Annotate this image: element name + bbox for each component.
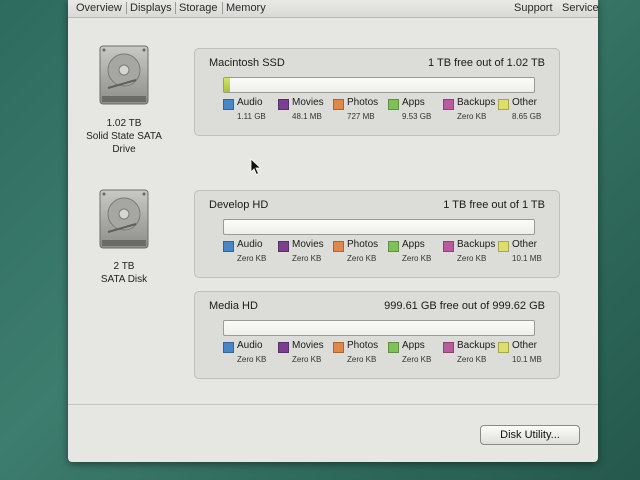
legend-size: Zero KB bbox=[237, 355, 267, 364]
storage-usage-bar bbox=[223, 320, 535, 336]
tab-separator bbox=[126, 2, 127, 14]
tab-separator bbox=[175, 2, 176, 14]
legend-label: Backups bbox=[457, 239, 496, 250]
legend-size: 1.11 GB bbox=[237, 112, 266, 121]
legend-label: Apps bbox=[402, 239, 425, 250]
legend-label: Photos bbox=[347, 239, 379, 250]
legend-swatch bbox=[498, 241, 509, 252]
legend-swatch bbox=[498, 342, 509, 353]
legend-label: Audio bbox=[237, 239, 263, 250]
legend-swatch bbox=[223, 241, 234, 252]
legend-label: Other bbox=[512, 340, 538, 351]
legend-size: Zero KB bbox=[457, 254, 487, 263]
legend-label: Audio bbox=[237, 340, 263, 351]
tab-separator bbox=[222, 2, 223, 14]
legend-swatch bbox=[498, 99, 509, 110]
legend-label: Movies bbox=[292, 97, 324, 108]
hard-drive-icon bbox=[99, 45, 149, 105]
storage-content: 1.02 TB Solid State SATA Drive 2 TB SATA… bbox=[68, 18, 598, 404]
volume-name: Macintosh SSD bbox=[209, 57, 285, 69]
volume-panel-media-hd: Media HD 999.61 GB free out of 999.62 GB… bbox=[194, 291, 560, 379]
legend-label: Backups bbox=[457, 97, 496, 108]
legend-swatch bbox=[388, 342, 399, 353]
legend-size: 727 MB bbox=[347, 112, 375, 121]
legend-size: 48.1 MB bbox=[292, 112, 322, 121]
disk-utility-button[interactable]: Disk Utility... bbox=[480, 425, 580, 445]
legend-size: Zero KB bbox=[457, 355, 487, 364]
legend-label: Other bbox=[512, 97, 538, 108]
legend-size: Zero KB bbox=[402, 355, 432, 364]
legend-swatch bbox=[333, 99, 344, 110]
legend-label: Movies bbox=[292, 239, 324, 250]
legend-label: Movies bbox=[292, 340, 324, 351]
legend-size: 9.53 GB bbox=[402, 112, 432, 121]
legend-swatch bbox=[443, 342, 454, 353]
drive-2-type: SATA Disk bbox=[100, 274, 148, 285]
toolbar: Overview Displays Storage Memory Support… bbox=[68, 0, 598, 18]
footer-divider bbox=[68, 404, 598, 405]
service-link[interactable]: Service bbox=[562, 2, 598, 14]
volume-panel-macintosh-ssd: Macintosh SSD 1 TB free out of 1.02 TB A… bbox=[194, 48, 560, 136]
hard-drive-icon bbox=[99, 189, 149, 249]
tab-overview[interactable]: Overview bbox=[76, 2, 122, 14]
legend-swatch bbox=[278, 241, 289, 252]
volume-free-space: 1 TB free out of 1.02 TB bbox=[428, 57, 545, 69]
tab-storage[interactable]: Storage bbox=[179, 2, 218, 14]
legend-label: Backups bbox=[457, 340, 496, 351]
legend-size: Zero KB bbox=[237, 254, 267, 263]
storage-legend: Audio 1.11 GB Movies 48.1 MB Photos 727 MB App… bbox=[223, 97, 553, 127]
legend-swatch bbox=[333, 241, 344, 252]
legend-label: Photos bbox=[347, 97, 379, 108]
legend-size: Zero KB bbox=[347, 254, 377, 263]
volume-name: Media HD bbox=[209, 300, 258, 312]
legend-swatch bbox=[333, 342, 344, 353]
legend-label: Apps bbox=[402, 97, 425, 108]
legend-swatch bbox=[278, 342, 289, 353]
mouse-pointer-icon bbox=[250, 158, 262, 176]
volume-free-space: 1 TB free out of 1 TB bbox=[443, 199, 545, 211]
legend-size: Zero KB bbox=[402, 254, 432, 263]
tab-displays[interactable]: Displays bbox=[130, 2, 172, 14]
legend-label: Photos bbox=[347, 340, 379, 351]
drive-2-caption: 2 TB SATA Disk bbox=[68, 260, 184, 286]
legend-size: Zero KB bbox=[292, 254, 322, 263]
storage-window: Overview Displays Storage Memory Support… bbox=[68, 0, 598, 462]
storage-usage-bar bbox=[223, 219, 535, 235]
drive-1-caption: 1.02 TB Solid State SATA Drive bbox=[68, 117, 184, 156]
tab-memory[interactable]: Memory bbox=[226, 2, 266, 14]
legend-label: Other bbox=[512, 239, 538, 250]
legend-size: Zero KB bbox=[292, 355, 322, 364]
legend-swatch bbox=[388, 241, 399, 252]
legend-swatch bbox=[443, 241, 454, 252]
support-link[interactable]: Support bbox=[514, 2, 553, 14]
legend-size: 10.1 MB bbox=[512, 254, 542, 263]
legend-label: Audio bbox=[237, 97, 263, 108]
legend-swatch bbox=[223, 342, 234, 353]
legend-size: Zero KB bbox=[457, 112, 487, 121]
drive-1-type-2: Drive bbox=[112, 144, 136, 155]
legend-swatch bbox=[443, 99, 454, 110]
legend-swatch bbox=[278, 99, 289, 110]
volume-free-space: 999.61 GB free out of 999.62 GB bbox=[384, 300, 545, 312]
storage-legend: Audio Zero KB Movies Zero KB Photos Zero KB Ap… bbox=[223, 340, 553, 370]
usage-bar-fill bbox=[224, 78, 231, 92]
legend-size: Zero KB bbox=[347, 355, 377, 364]
legend-size: 8.65 GB bbox=[512, 112, 542, 121]
legend-swatch bbox=[223, 99, 234, 110]
drive-2-size: 2 TB bbox=[113, 261, 135, 272]
volume-name: Develop HD bbox=[209, 199, 269, 211]
storage-usage-bar bbox=[223, 77, 535, 93]
drive-1-type: Solid State SATA bbox=[86, 131, 162, 142]
legend-swatch bbox=[388, 99, 399, 110]
legend-label: Apps bbox=[402, 340, 425, 351]
volume-panel-develop-hd: Develop HD 1 TB free out of 1 TB Audio Ze… bbox=[194, 190, 560, 278]
legend-size: 10.1 MB bbox=[512, 355, 542, 364]
storage-legend: Audio Zero KB Movies Zero KB Photos Zero KB Ap… bbox=[223, 239, 553, 269]
drive-1-size: 1.02 TB bbox=[106, 118, 142, 129]
